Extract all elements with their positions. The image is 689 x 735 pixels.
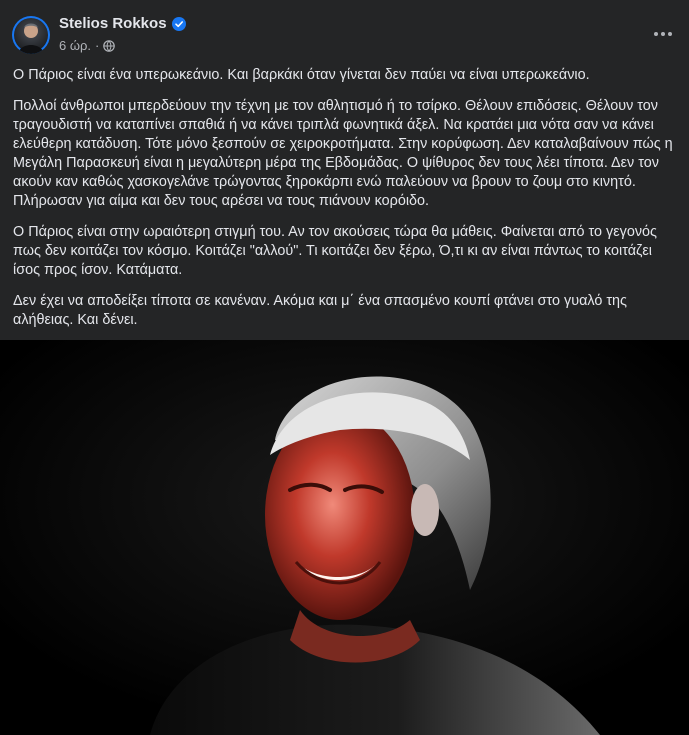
author-info: Stelios Rokkos [59, 15, 186, 32]
avatar-silhouette-icon [18, 23, 44, 54]
post-meta: 6 ώρ. · [59, 38, 116, 53]
dot [654, 32, 658, 36]
post-paragraph: Δεν έχει να αποδείξει τίποτα σε κανέναν.… [13, 293, 627, 328]
dot [661, 32, 665, 36]
post-paragraph: Πολλοί άνθρωποι μπερδεύουν την τέχνη με … [13, 98, 673, 209]
more-options-icon[interactable] [647, 22, 679, 46]
dot [668, 32, 672, 36]
post-photo[interactable] [0, 340, 689, 735]
verified-badge-icon [171, 16, 186, 31]
post-timestamp[interactable]: 6 ώρ. [59, 38, 91, 53]
author-avatar[interactable] [12, 16, 50, 54]
facebook-post: Stelios Rokkos 6 ώρ. · Ο Πάριος είναι έν… [0, 0, 689, 735]
singer-portrait-image [0, 340, 689, 735]
post-paragraph: Ο Πάριος είναι ένα υπερωκεάνιο. Και βαρκ… [13, 67, 590, 83]
post-paragraph: Ο Πάριος είναι στην ωραιότερη στιγμή του… [13, 224, 657, 278]
globe-icon [103, 39, 116, 52]
meta-separator: · [95, 38, 100, 53]
post-text: Ο Πάριος είναι ένα υπερωκεάνιο. Και βαρκ… [0, 62, 689, 330]
post-header: Stelios Rokkos 6 ώρ. · [0, 0, 689, 62]
author-name[interactable]: Stelios Rokkos [59, 15, 167, 32]
